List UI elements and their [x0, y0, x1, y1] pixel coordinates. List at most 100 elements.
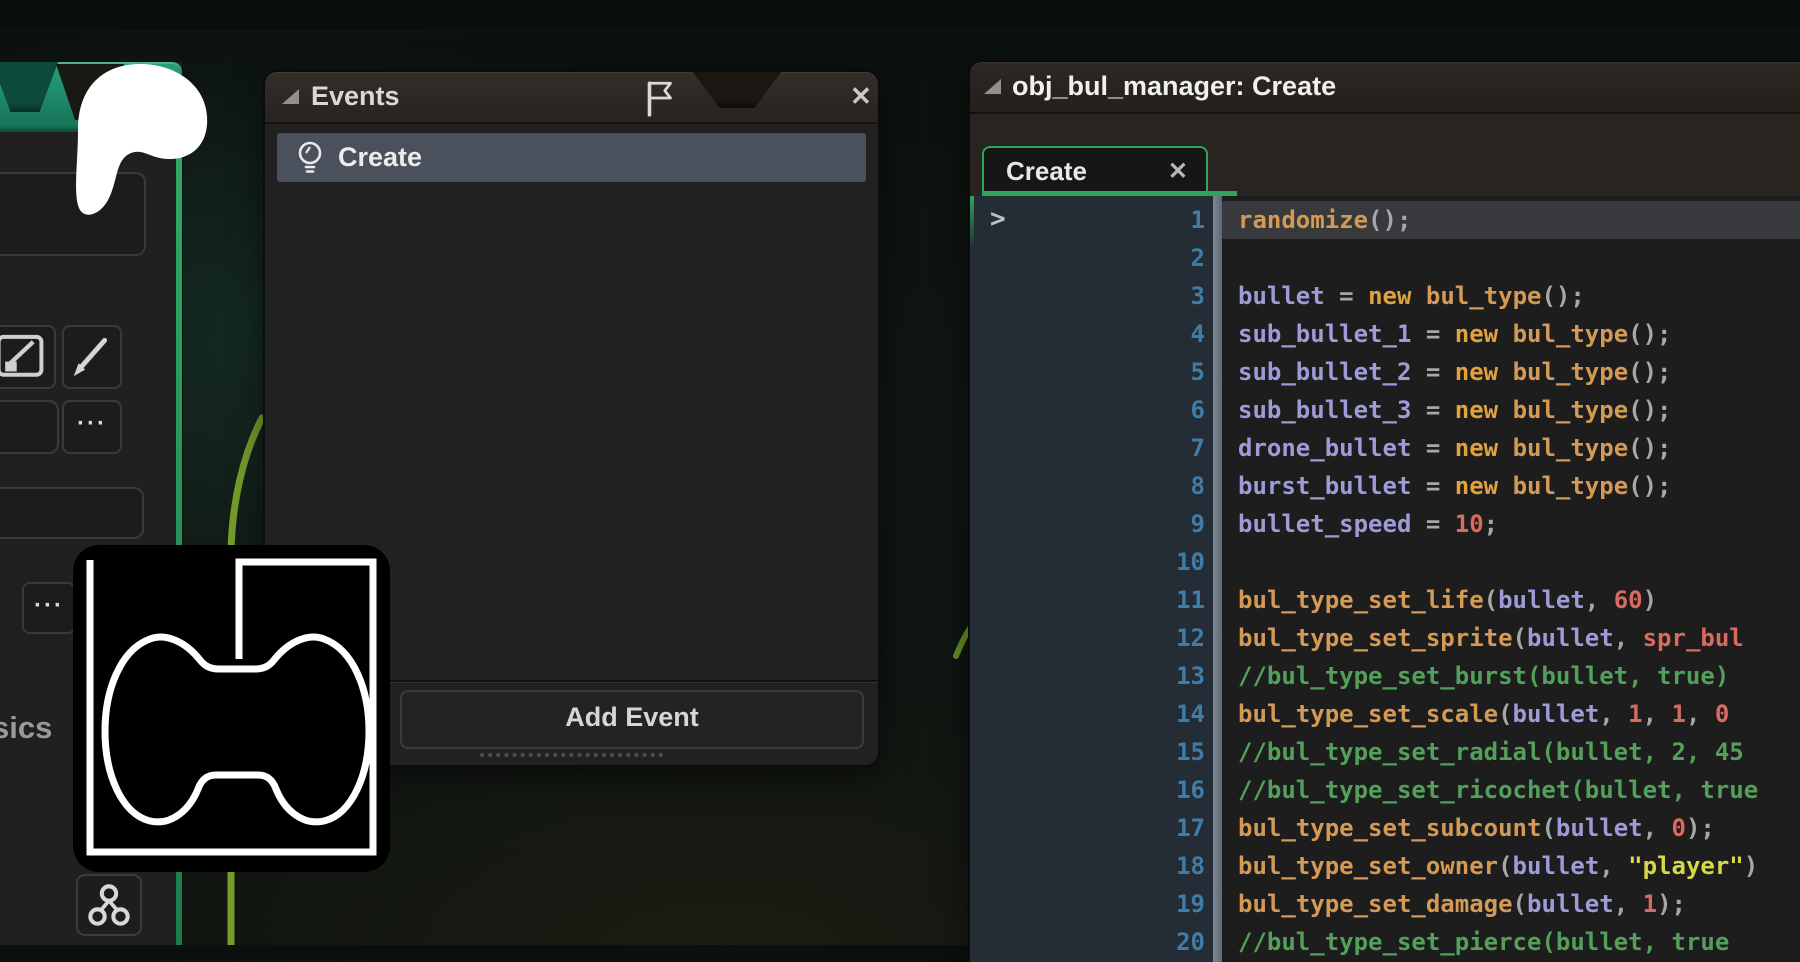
gutter-separator[interactable]	[1213, 196, 1222, 962]
code-token: ,	[1643, 814, 1672, 842]
code-token: bullet	[1527, 890, 1614, 918]
code-token: =	[1411, 358, 1454, 386]
gamepad-overlay	[73, 545, 390, 872]
code-token: ,	[1614, 890, 1643, 918]
code-token: (	[1541, 814, 1555, 842]
code-line[interactable]: bul_type_set_scale(bullet, 1, 1, 0	[1222, 695, 1800, 733]
code-line[interactable]: bullet = new bul_type();	[1222, 277, 1800, 315]
events-titlebar[interactable]: Events ✕	[265, 72, 878, 124]
code-token: bul_type_set_subcount	[1238, 814, 1541, 842]
line-number: 3	[970, 277, 1205, 315]
code-token: new	[1455, 434, 1498, 462]
code-line[interactable]: bul_type_set_owner(bullet, "player")	[1222, 847, 1800, 885]
add-event-button[interactable]: Add Event	[400, 690, 864, 749]
code-token: bul_type_set_sprite	[1238, 624, 1513, 652]
code-line[interactable]	[1222, 543, 1800, 581]
code-token	[1411, 282, 1425, 310]
code-token: bullet_speed	[1238, 510, 1411, 538]
code-tabstrip: Create ✕	[970, 114, 1800, 196]
events-close-button[interactable]: ✕	[850, 81, 872, 112]
code-token: ,	[1686, 700, 1715, 728]
code-line[interactable]: //bul_type_set_ricochet(bullet, true	[1222, 771, 1800, 809]
code-lines[interactable]: randomize();bullet = new bul_type();sub_…	[1222, 196, 1800, 962]
code-token: bullet	[1527, 624, 1614, 652]
flag-icon[interactable]	[641, 78, 679, 118]
gutter-numbers: 1234567891011121314151617181920	[970, 196, 1205, 961]
code-line[interactable]: bul_type_set_life(bullet, 60)	[1222, 581, 1800, 619]
code-token: );	[1686, 814, 1715, 842]
molecule-icon	[86, 882, 132, 928]
active-tab-underline	[982, 191, 1237, 196]
code-line[interactable]: sub_bullet_3 = new bul_type();	[1222, 391, 1800, 429]
code-token: 10	[1455, 510, 1484, 538]
code-token: )	[1744, 852, 1758, 880]
code-titlebar[interactable]: obj_bul_manager: Create	[970, 62, 1800, 114]
code-line[interactable]: randomize();	[1222, 201, 1800, 239]
code-token: bul_type	[1426, 282, 1542, 310]
line-number: 5	[970, 353, 1205, 391]
code-token: new	[1455, 320, 1498, 348]
code-token: burst_bullet	[1238, 472, 1411, 500]
line-number: 19	[970, 885, 1205, 923]
code-token: ();	[1628, 434, 1671, 462]
line-number: 16	[970, 771, 1205, 809]
code-line[interactable]: //bul_type_set_radial(bullet, 2, 45	[1222, 733, 1800, 771]
group-button[interactable]	[76, 874, 142, 936]
code-token: sub_bullet_3	[1238, 396, 1411, 424]
tab-label: Create	[1006, 156, 1087, 187]
browse-button-2[interactable]: ···	[22, 582, 76, 634]
code-line[interactable]	[1222, 239, 1800, 277]
code-token	[1498, 472, 1512, 500]
parent-field[interactable]	[0, 487, 144, 539]
code-token: );	[1657, 890, 1686, 918]
code-token: bul_type	[1513, 396, 1629, 424]
code-window-title: obj_bul_manager: Create	[1012, 71, 1336, 102]
collapse-triangle-icon[interactable]	[984, 79, 1001, 94]
code-line[interactable]: drone_bullet = new bul_type();	[1222, 429, 1800, 467]
event-label: Create	[338, 142, 422, 173]
code-line[interactable]: burst_bullet = new bul_type();	[1222, 467, 1800, 505]
event-item-create[interactable]: Create	[277, 133, 866, 182]
code-token: =	[1411, 320, 1454, 348]
code-line[interactable]: //bul_type_set_burst(bullet, true)	[1222, 657, 1800, 695]
edit-sprite-button[interactable]	[62, 325, 122, 389]
code-line[interactable]: bullet_speed = 10;	[1222, 505, 1800, 543]
lightbulb-icon	[296, 140, 324, 176]
code-line[interactable]: bul_type_set_damage(bullet, 1);	[1222, 885, 1800, 923]
code-line[interactable]: bul_type_set_subcount(bullet, 0);	[1222, 809, 1800, 847]
events-window-title: Events	[311, 81, 400, 112]
code-token: //bul_type_set_radial(bullet, 2, 45	[1238, 738, 1744, 766]
code-token: =	[1411, 510, 1454, 538]
code-token: =	[1411, 472, 1454, 500]
code-token: //bul_type_set_burst(bullet, true)	[1238, 662, 1729, 690]
code-token: ();	[1628, 320, 1671, 348]
code-token: 0	[1672, 814, 1686, 842]
code-token: bul_type_set_damage	[1238, 890, 1513, 918]
collision-mask-field[interactable]	[0, 400, 59, 454]
code-token: ();	[1368, 206, 1411, 234]
code-token: =	[1411, 396, 1454, 424]
line-number: 8	[970, 467, 1205, 505]
resize-handle[interactable]	[480, 753, 663, 757]
tab-close-button[interactable]: ✕	[1168, 157, 1188, 186]
code-token: 1	[1643, 890, 1657, 918]
workspace-top-strip	[0, 0, 1800, 31]
line-number: 17	[970, 809, 1205, 847]
code-token: (	[1513, 624, 1527, 652]
edit-image-button[interactable]	[0, 325, 56, 389]
code-line[interactable]: sub_bullet_1 = new bul_type();	[1222, 315, 1800, 353]
line-number: 13	[970, 657, 1205, 695]
browse-button[interactable]: ···	[62, 400, 122, 454]
code-line[interactable]: bul_type_set_sprite(bullet, spr_bul	[1222, 619, 1800, 657]
chain-notch	[0, 62, 58, 112]
ellipsis-label: ···	[64, 402, 120, 446]
line-number: 20	[970, 923, 1205, 961]
collapse-triangle-icon[interactable]	[282, 89, 299, 104]
line-number: 18	[970, 847, 1205, 885]
code-token: new	[1455, 396, 1498, 424]
code-line[interactable]: sub_bullet_2 = new bul_type();	[1222, 353, 1800, 391]
code-token: new	[1455, 472, 1498, 500]
code-line[interactable]: //bul_type_set_pierce(bullet, true	[1222, 923, 1800, 961]
chain-notch	[693, 72, 781, 108]
code-token: (	[1498, 700, 1512, 728]
